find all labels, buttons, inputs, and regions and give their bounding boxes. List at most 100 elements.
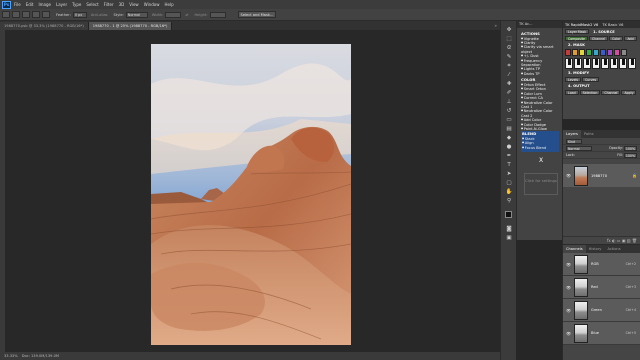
- crop-tool-icon[interactable]: ⌗: [505, 63, 513, 70]
- channel-output-button[interactable]: Channel: [601, 90, 621, 95]
- style-select[interactable]: Normal: [125, 11, 148, 18]
- subtract-selection-button[interactable]: [32, 11, 40, 18]
- menu-image[interactable]: Image: [38, 2, 51, 7]
- color-swatch-3[interactable]: [579, 49, 585, 56]
- color-swatch-2[interactable]: [572, 49, 578, 56]
- menu-edit[interactable]: Edit: [26, 2, 34, 7]
- color-swatch-6[interactable]: [600, 49, 606, 56]
- tab-tk-basic[interactable]: TK Basic V6: [600, 23, 625, 27]
- blur-tool-icon[interactable]: ◆: [505, 135, 513, 142]
- action-darks-tp[interactable]: Darks TP: [521, 72, 561, 76]
- channel-row-green[interactable]: 👁 Green Ctrl+4: [563, 299, 640, 322]
- channel-eye-icon[interactable]: 👁: [566, 285, 571, 290]
- screen-mode-icon[interactable]: ▣: [505, 235, 513, 242]
- channel-eye-icon[interactable]: 👁: [566, 262, 571, 267]
- tab-document-1[interactable]: 1988770.psb @ 33.3% (1988770 - RGB/16*): [0, 22, 89, 30]
- action-frequency-separation[interactable]: Frequency Separation: [521, 59, 561, 68]
- lum-key-1[interactable]: [565, 58, 573, 69]
- selection-button[interactable]: Selection: [579, 90, 601, 95]
- close-icon[interactable]: X: [521, 157, 561, 164]
- action-clarity-smart[interactable]: Clarity via smart object: [521, 45, 561, 54]
- levels-button[interactable]: Levels: [565, 77, 582, 82]
- lum-key-7[interactable]: [619, 58, 627, 69]
- hand-tool-icon[interactable]: ✋: [505, 189, 513, 196]
- visibility-eye-icon[interactable]: 👁: [566, 173, 571, 178]
- color-swatch-4[interactable]: [586, 49, 592, 56]
- type-tool-icon[interactable]: T: [505, 162, 513, 169]
- channel-row-blue[interactable]: 👁 Blue Ctrl+5: [563, 322, 640, 345]
- lasso-tool-icon[interactable]: ᘓ: [505, 45, 513, 52]
- quick-select-tool-icon[interactable]: ✎: [505, 54, 513, 61]
- gradient-tool-icon[interactable]: ▤: [505, 126, 513, 133]
- feather-field[interactable]: 0 px: [72, 11, 87, 18]
- channel-eye-icon[interactable]: 👁: [566, 308, 571, 313]
- dodge-tool-icon[interactable]: ●: [505, 144, 513, 151]
- antialias-checkbox[interactable]: Anti-alias: [91, 13, 108, 17]
- tab-actions[interactable]: Actions: [604, 245, 623, 253]
- fill-field[interactable]: 100%: [623, 152, 637, 158]
- tab-overflow-icon[interactable]: »: [495, 23, 497, 28]
- zoom-tool-icon[interactable]: ⚲: [505, 198, 513, 205]
- action-neutralize-1[interactable]: Neutralize Color Cast 1: [521, 101, 561, 110]
- lum-key-3[interactable]: [583, 58, 591, 69]
- action-neutralize-2[interactable]: Neutralize Color Cast 2: [521, 109, 561, 118]
- color-swatch-7[interactable]: [607, 49, 613, 56]
- tab-history[interactable]: History: [586, 245, 605, 253]
- layer-mask-button[interactable]: Layer Mask: [565, 29, 590, 34]
- pen-tool-icon[interactable]: ✒: [505, 153, 513, 160]
- action-focus-blend[interactable]: Focus Blend: [522, 146, 558, 150]
- layer-row[interactable]: 👁 1988770 🔒: [563, 164, 640, 187]
- eyedropper-tool-icon[interactable]: ⁄: [505, 72, 513, 79]
- blend-mode-select[interactable]: Normal: [566, 145, 592, 151]
- menu-window[interactable]: Window: [144, 2, 160, 7]
- apply-button[interactable]: Apply: [621, 90, 637, 95]
- new-selection-button[interactable]: [12, 11, 20, 18]
- settings-button[interactable]: Click for settings: [524, 173, 558, 196]
- swap-icon[interactable]: ⇄: [185, 13, 188, 17]
- history-brush-tool-icon[interactable]: ↺: [505, 108, 513, 115]
- lum-key-4[interactable]: [592, 58, 600, 69]
- height-field[interactable]: [209, 11, 226, 18]
- menu-file[interactable]: File: [14, 2, 21, 7]
- add-button[interactable]: Add: [624, 36, 637, 41]
- channel-eye-icon[interactable]: 👁: [566, 331, 571, 336]
- healing-tool-icon[interactable]: ✚: [505, 81, 513, 88]
- menu-help[interactable]: Help: [164, 2, 173, 7]
- tab-layers[interactable]: Layers: [563, 130, 581, 138]
- channel-row-rgb[interactable]: 👁 RGB Ctrl+2: [563, 253, 640, 276]
- marquee-tool-icon[interactable]: ⬚: [505, 36, 513, 43]
- tab-paths[interactable]: Paths: [581, 130, 597, 138]
- tk-actions-tab[interactable]: TK Ac...: [517, 21, 562, 28]
- load-button[interactable]: Load: [565, 90, 579, 95]
- color-swatch-8[interactable]: [614, 49, 620, 56]
- add-selection-button[interactable]: [22, 11, 30, 18]
- color-swatch-9[interactable]: [621, 49, 627, 56]
- move-tool-icon[interactable]: ✥: [505, 27, 513, 34]
- lum-key-5[interactable]: [601, 58, 609, 69]
- lum-key-2[interactable]: [574, 58, 582, 69]
- menu-view[interactable]: View: [129, 2, 139, 7]
- select-and-mask-button[interactable]: Select and Mask...: [237, 11, 277, 18]
- quick-mask-icon[interactable]: ◙: [505, 226, 513, 233]
- menu-layer[interactable]: Layer: [56, 2, 67, 7]
- tab-tk-rapidmask[interactable]: TK RapidMask2 V6: [563, 23, 600, 27]
- lum-key-6[interactable]: [610, 58, 618, 69]
- color-button[interactable]: Color: [609, 36, 624, 41]
- menu-filter[interactable]: Filter: [104, 2, 114, 7]
- path-select-tool-icon[interactable]: ➤: [505, 171, 513, 178]
- channel-button[interactable]: Channel: [589, 36, 609, 41]
- shape-tool-icon[interactable]: ▢: [505, 180, 513, 187]
- menu-type[interactable]: Type: [72, 2, 81, 7]
- curves-button[interactable]: Curves: [582, 77, 600, 82]
- channel-row-red[interactable]: 👁 Red Ctrl+3: [563, 276, 640, 299]
- zoom-level[interactable]: 33.33%: [4, 354, 18, 358]
- layer-name[interactable]: 1988770: [591, 174, 607, 178]
- layers-footer-icons[interactable]: fx ◐ ▭ ▣ ▥ 🗑: [563, 236, 640, 244]
- composite-button[interactable]: Composite: [565, 36, 589, 41]
- lum-key-8[interactable]: [628, 58, 636, 69]
- tab-document-2[interactable]: 1988770 - 1 @ 25% (1988770 - RGB/16*): [88, 22, 173, 30]
- foreground-color-swatch[interactable]: [505, 211, 512, 218]
- width-field[interactable]: [165, 11, 182, 18]
- color-swatch-5[interactable]: [593, 49, 599, 56]
- eraser-tool-icon[interactable]: ▭: [505, 117, 513, 124]
